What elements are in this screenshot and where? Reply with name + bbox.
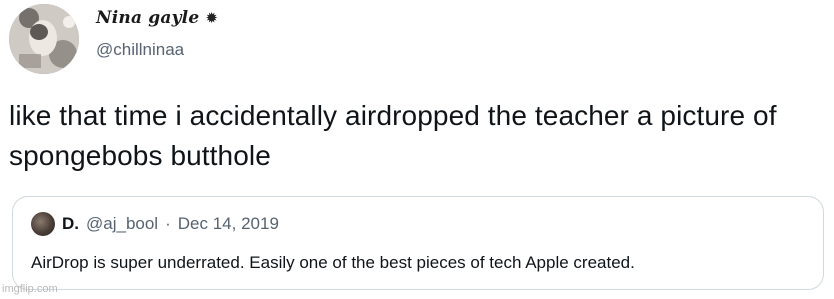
separator-dot: · [165,214,171,233]
quoted-author-avatar[interactable] [31,212,55,236]
quoted-tweet-text: AirDrop is super underrated. Easily one … [31,253,635,272]
imgflip-watermark: imgflip.com [2,283,58,295]
tweet-text: like that time i accidentally airdropped… [9,100,777,171]
author-avatar[interactable] [9,4,79,74]
quoted-tweet-header: D. @aj_bool · Dec 14, 2019 [31,212,279,236]
quoted-author-handle[interactable]: @aj_bool [86,214,158,234]
author-handle[interactable]: @chillninaa [96,40,184,60]
author-display-name[interactable]: Nina gayle [96,8,199,28]
quoted-author-name[interactable]: D. [62,214,79,234]
author-name-row: Nina gayle ✹ [96,8,218,28]
quoted-tweet-card[interactable]: D. @aj_bool · Dec 14, 2019 AirDrop is su… [12,196,824,290]
quoted-tweet-date[interactable]: Dec 14, 2019 [178,214,279,234]
sparkle-icon: ✹ [205,9,218,27]
